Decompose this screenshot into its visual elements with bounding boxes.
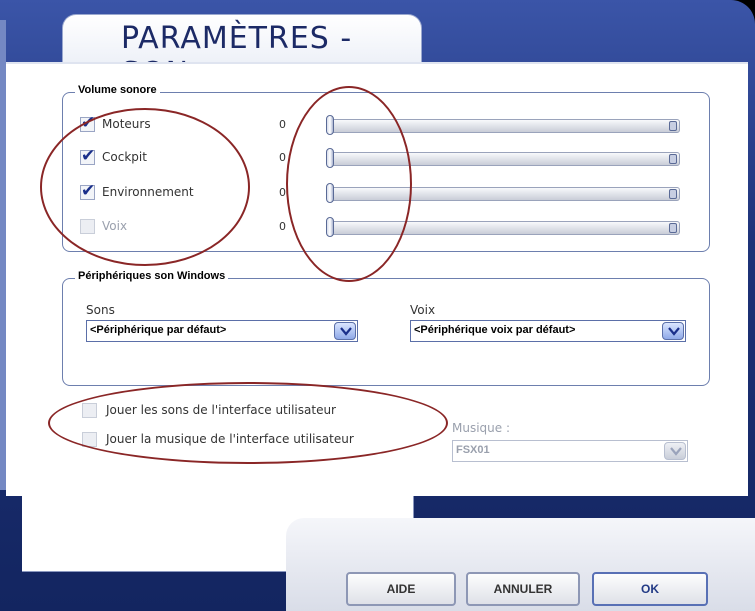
help-button[interactable]: AIDE [346, 572, 456, 606]
chevron-down-icon [670, 447, 682, 456]
chevron-down-icon [340, 327, 352, 336]
music-label: Musique : [452, 421, 511, 435]
sons-label: Sons [86, 303, 115, 317]
annotation-ellipse-ui-options [48, 382, 448, 464]
annotation-ellipse-sliders [286, 86, 412, 282]
sons-dropdown[interactable]: <Périphérique par défaut> [86, 320, 358, 342]
voix-device-dropdown[interactable]: <Périphérique voix par défaut> [410, 320, 686, 342]
slider-end-cap [669, 189, 677, 199]
moteurs-value: 0 [279, 118, 286, 131]
cancel-button[interactable]: ANNULER [466, 572, 580, 606]
voix-value: 0 [279, 220, 286, 233]
title-tab: PARAMÈTRES - SON [62, 14, 422, 91]
ok-button[interactable]: OK [592, 572, 708, 606]
slider-end-cap [669, 154, 677, 164]
voix-device-dropdown-value: <Périphérique voix par défaut> [414, 324, 576, 336]
volume-group-legend: Volume sonore [75, 84, 160, 96]
music-dropdown[interactable]: FSX01 [452, 440, 688, 462]
slider-end-cap [669, 121, 677, 131]
environnement-value: 0 [279, 186, 286, 199]
music-dropdown-value: FSX01 [456, 444, 490, 456]
chevron-down-icon [668, 327, 680, 336]
sons-dropdown-value: <Périphérique par défaut> [90, 324, 227, 336]
voix-device-label: Voix [410, 303, 436, 317]
slider-end-cap [669, 223, 677, 233]
main-panel: Volume sonore Moteurs 0 Cockpit 0 Enviro… [6, 64, 748, 496]
settings-window: PARAMÈTRES - SON Volume sonore Moteurs 0… [0, 0, 755, 611]
sons-dropdown-button[interactable] [334, 322, 356, 340]
music-dropdown-button[interactable] [664, 442, 686, 460]
devices-group-legend: Périphériques son Windows [75, 270, 229, 282]
cockpit-value: 0 [279, 151, 286, 164]
annotation-ellipse-checkboxes [40, 108, 250, 266]
voix-device-dropdown-button[interactable] [662, 322, 684, 340]
